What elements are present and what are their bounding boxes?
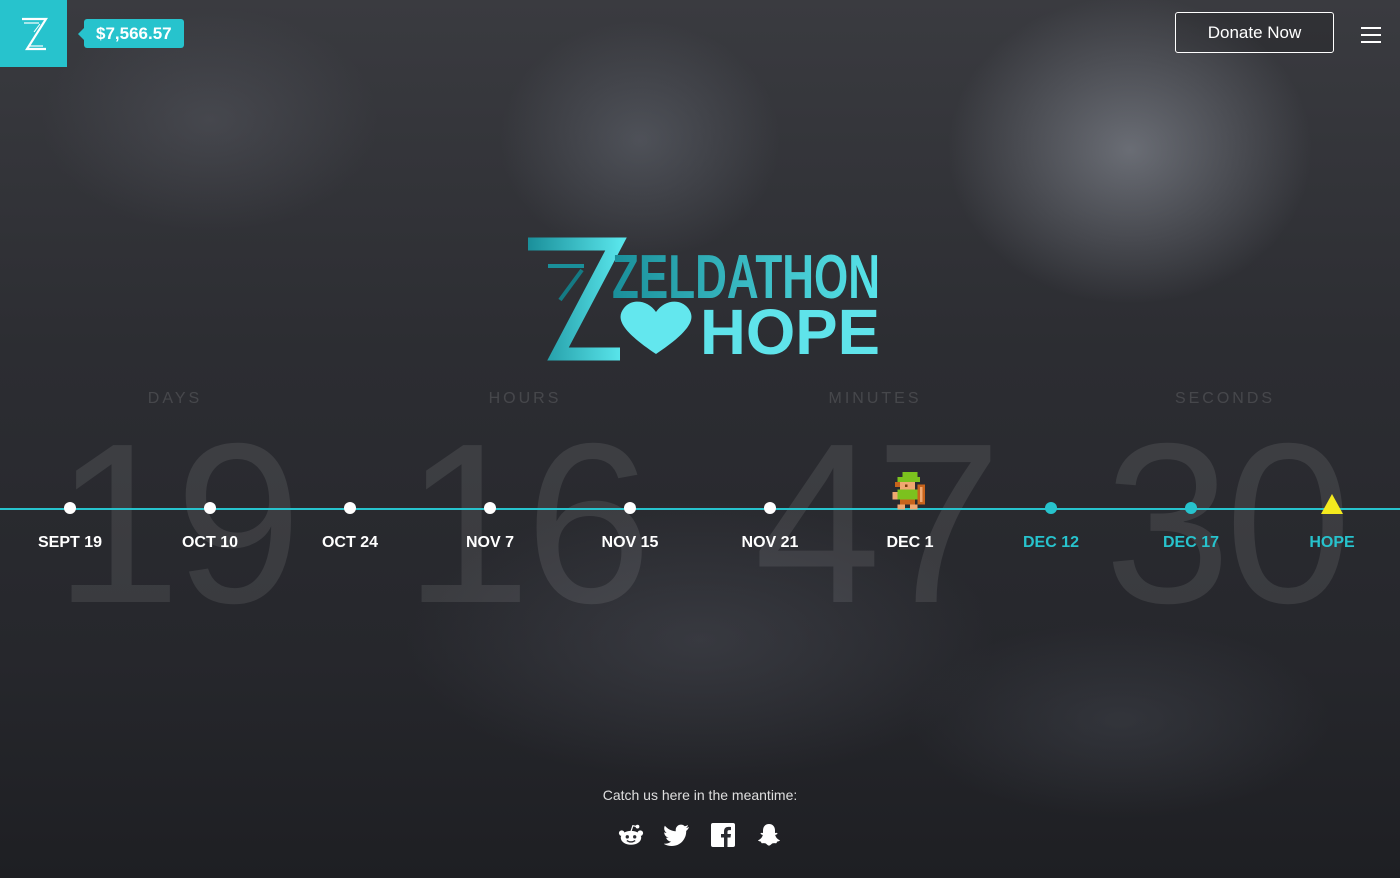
site-logo[interactable] xyxy=(0,0,67,67)
timeline-item-hope[interactable]: HOPE xyxy=(1272,494,1392,552)
timeline-dot xyxy=(624,502,636,514)
timeline-label: DEC 17 xyxy=(1162,534,1220,551)
timeline-dot xyxy=(204,502,216,514)
timeline-dot xyxy=(1185,502,1197,514)
timeline-label: NOV 15 xyxy=(601,534,659,551)
timeline-item-dec12[interactable]: DEC 12 xyxy=(991,502,1111,552)
timeline-dot xyxy=(484,502,496,514)
zeldathon-hope-logo: ZELDATHON HOPE xyxy=(528,237,880,362)
snapchat-icon[interactable] xyxy=(756,822,782,848)
hero-title-line2: HOPE xyxy=(700,296,880,362)
timeline-item-oct10[interactable]: OCT 10 xyxy=(150,502,270,552)
link-sprite-icon xyxy=(892,472,925,510)
donation-total-badge: $7,566.57 xyxy=(78,19,184,48)
timeline-item-nov21[interactable]: NOV 21 xyxy=(710,502,830,552)
timeline-label: NOV 21 xyxy=(741,534,799,551)
timeline-label: DEC 12 xyxy=(1022,534,1080,551)
timeline-label: SEPT 19 xyxy=(37,534,103,551)
timeline-dot xyxy=(64,502,76,514)
timeline-dot xyxy=(344,502,356,514)
twitter-icon[interactable] xyxy=(664,822,690,848)
timeline-label: DEC 1 xyxy=(886,534,934,551)
social-links xyxy=(0,822,1400,848)
timeline-item-oct24[interactable]: OCT 24 xyxy=(290,502,410,552)
triforce-icon xyxy=(1321,494,1343,514)
timeline-item-nov15[interactable]: NOV 15 xyxy=(570,502,690,552)
timeline-label: OCT 10 xyxy=(181,534,238,551)
donate-now-button[interactable]: Donate Now xyxy=(1175,12,1334,53)
hamburger-menu-icon[interactable] xyxy=(1361,25,1381,43)
timeline-label: OCT 24 xyxy=(321,534,378,551)
catch-us-text: Catch us here in the meantime: xyxy=(602,787,798,803)
timeline-dot xyxy=(1045,502,1057,514)
zelda-z-icon xyxy=(21,17,48,50)
reddit-icon[interactable] xyxy=(618,822,644,848)
timeline-dot xyxy=(764,502,776,514)
timeline-item-sept19[interactable]: SEPT 19 xyxy=(10,502,130,552)
timeline-item-dec17[interactable]: DEC 17 xyxy=(1131,502,1251,552)
timeline-item-nov7[interactable]: NOV 7 xyxy=(430,502,550,552)
facebook-icon[interactable] xyxy=(710,822,736,848)
timeline-label: NOV 7 xyxy=(465,534,514,551)
timeline-label: HOPE xyxy=(1309,534,1355,551)
